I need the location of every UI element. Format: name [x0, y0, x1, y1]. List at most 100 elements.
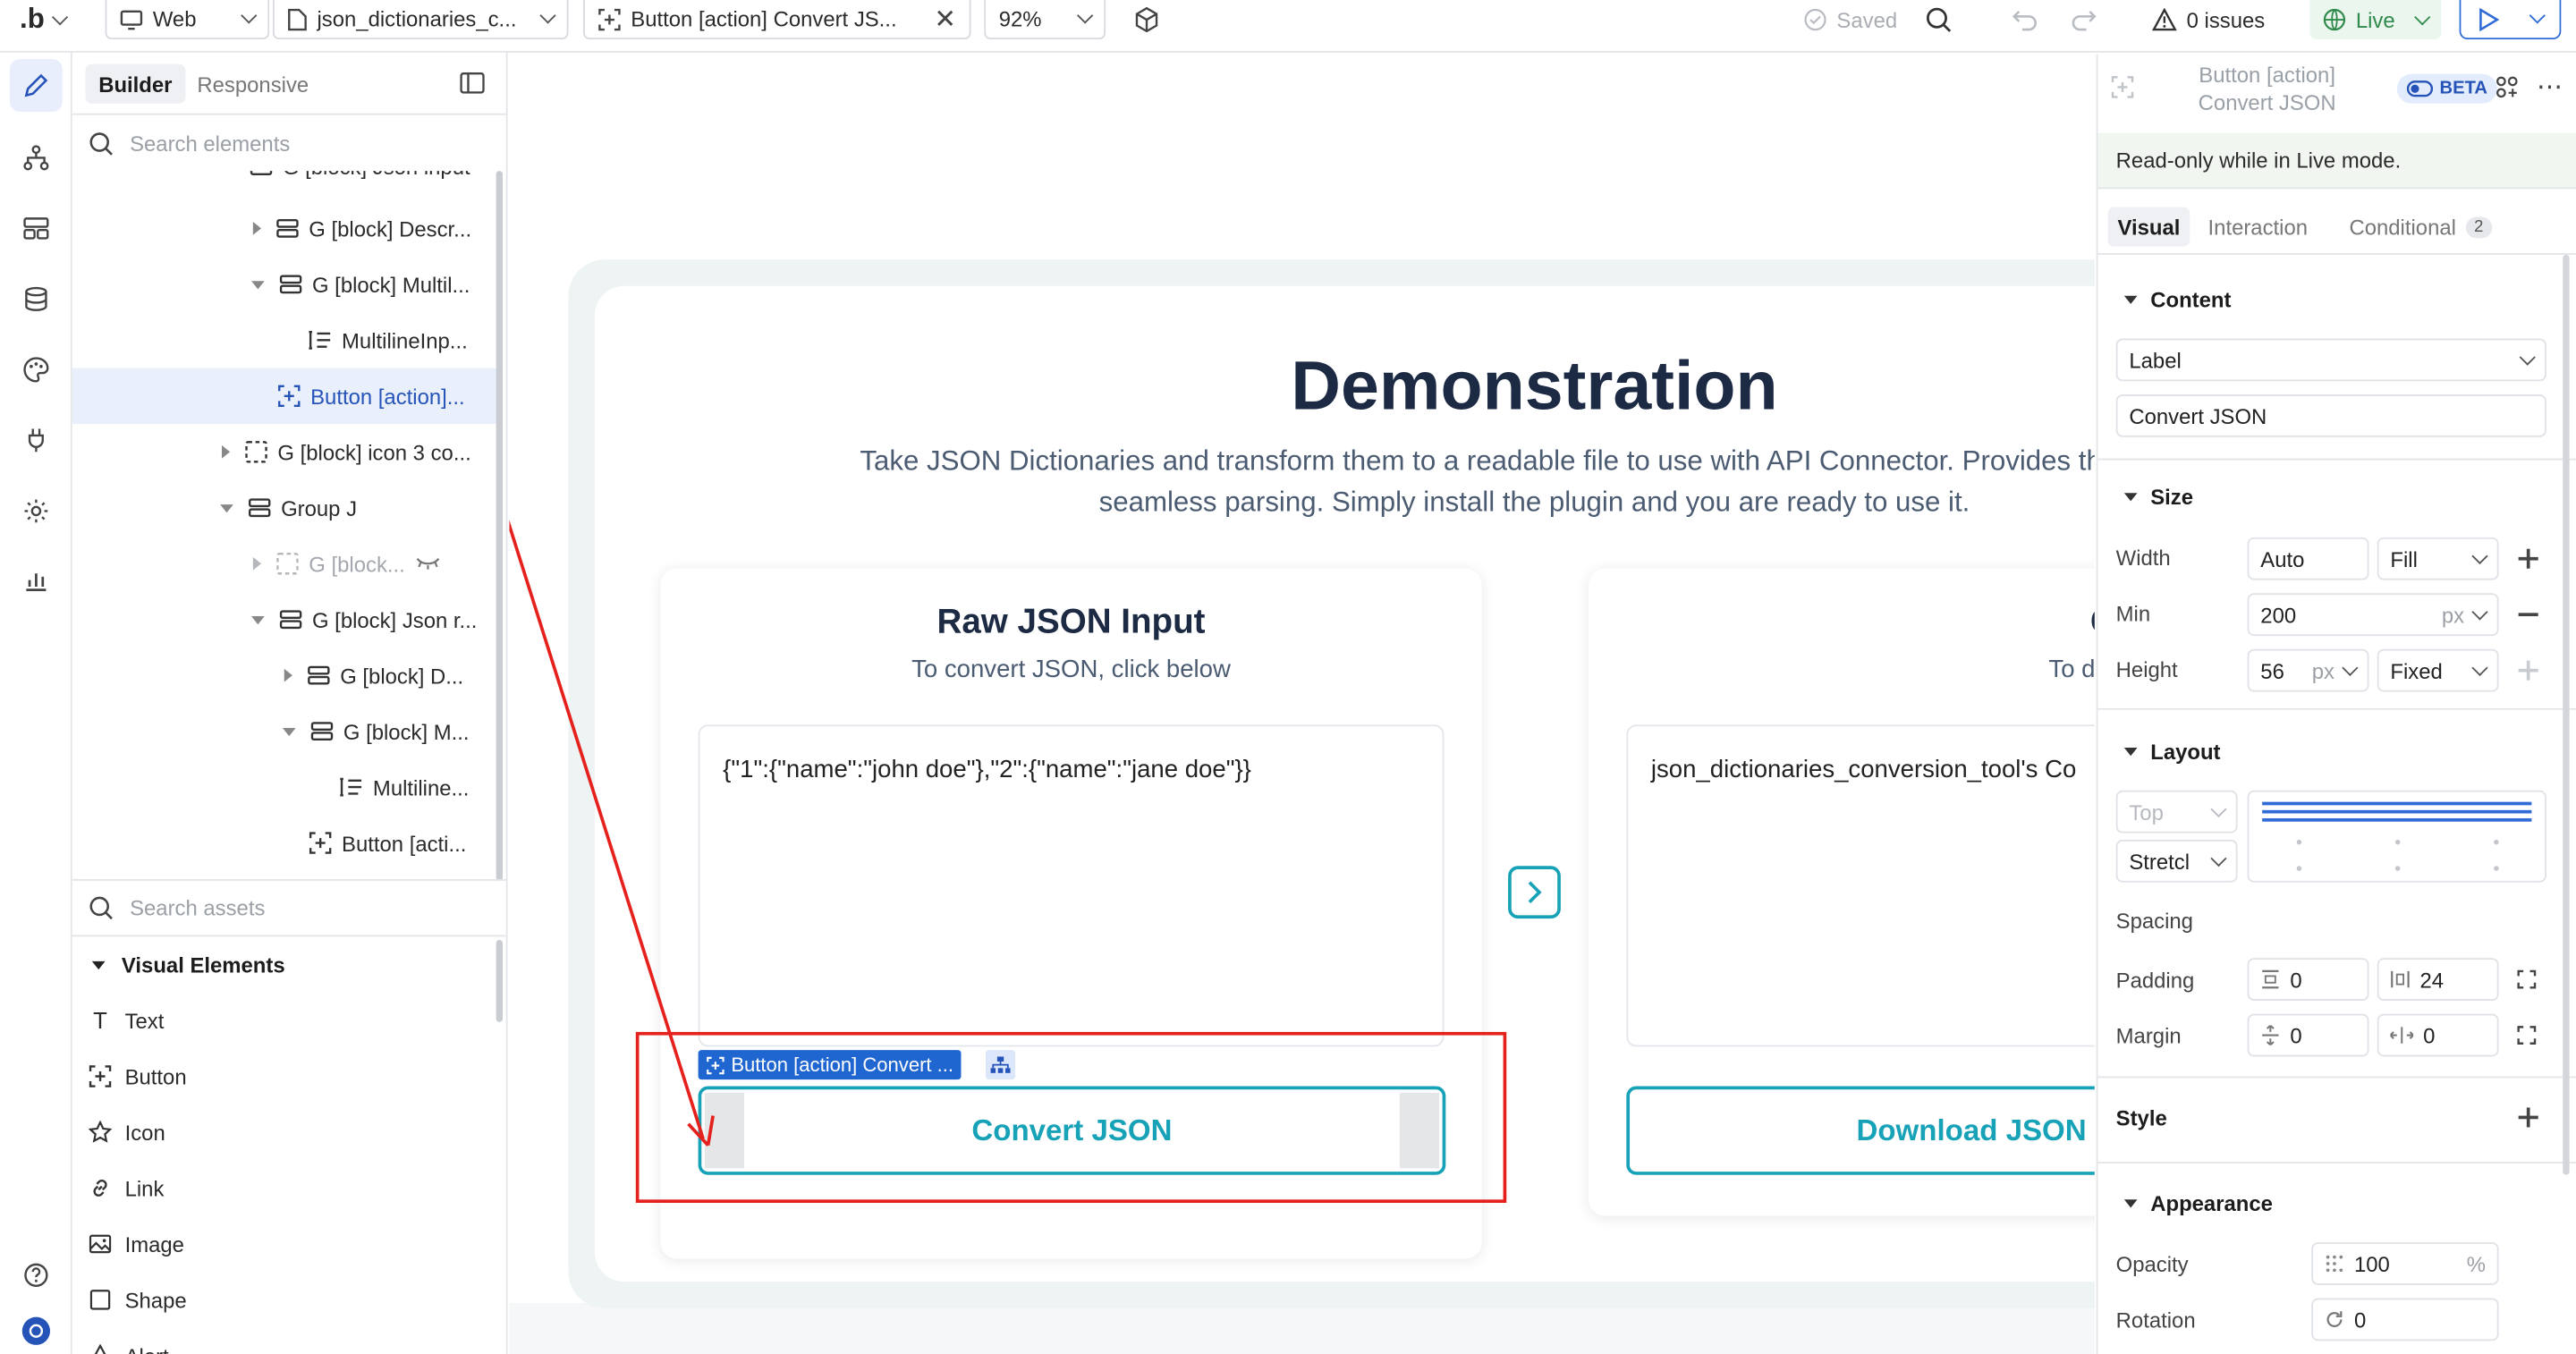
padding-vertical-input[interactable]: 0: [2247, 958, 2369, 1001]
height-mode-select[interactable]: Fixed: [2377, 648, 2499, 692]
width-value: Auto: [2260, 546, 2305, 571]
tree-item-group-j[interactable]: Group J: [72, 480, 498, 536]
add-max-height-icon[interactable]: [2518, 660, 2538, 681]
content-section-toggle[interactable]: Content: [2123, 283, 2231, 316]
tab-conditional[interactable]: Conditional 2: [2339, 207, 2501, 247]
live-mode-select[interactable]: Live: [2309, 0, 2442, 40]
settings-tool-button[interactable]: [20, 495, 53, 528]
user-avatar[interactable]: [20, 1315, 53, 1348]
assets-scrollbar[interactable]: [496, 939, 504, 1022]
tree-item-m-block[interactable]: G [block] M...: [72, 703, 498, 758]
expand-margin-icon[interactable]: [2517, 1026, 2537, 1051]
tree-item-convert-button[interactable]: Button [action]...: [72, 368, 498, 425]
tree-item-multiline-block[interactable]: G [block] Multil...: [72, 257, 498, 312]
padding-horizontal-input[interactable]: 24: [2377, 958, 2499, 1001]
saved-status: Saved: [1804, 0, 1897, 39]
logs-tool-button[interactable]: [20, 563, 53, 597]
asset-text[interactable]: T Text: [89, 993, 164, 1048]
editor-canvas[interactable]: Demonstration Take JSON Dictionaries and…: [509, 54, 2095, 1354]
element-grid-button[interactable]: [2496, 76, 2519, 104]
tab-responsive[interactable]: Responsive: [184, 64, 322, 104]
caret-right-icon[interactable]: [252, 222, 262, 235]
tree-item-json-input-block[interactable]: G [block] Json input: [72, 171, 498, 194]
stretch-select[interactable]: Stretcl: [2115, 839, 2238, 883]
caret-right-icon[interactable]: [284, 668, 292, 682]
margin-vertical-input[interactable]: 0: [2247, 1013, 2369, 1057]
tree-item-json-result-block[interactable]: G [block] Json r...: [72, 591, 498, 647]
page-select[interactable]: json_dictionaries_c...: [272, 0, 569, 40]
add-style-icon[interactable]: [2518, 1107, 2538, 1128]
preview-button[interactable]: [2459, 0, 2562, 40]
opacity-input[interactable]: 100 %: [2311, 1242, 2499, 1285]
asset-image[interactable]: Image: [89, 1216, 184, 1272]
width-mode-select[interactable]: Fill: [2377, 537, 2499, 580]
undo-button[interactable]: [2012, 0, 2038, 39]
caret-down-icon[interactable]: [251, 615, 265, 624]
caret-down-icon[interactable]: [220, 504, 233, 512]
remove-min-width-icon[interactable]: [2518, 613, 2538, 616]
asset-link[interactable]: Link: [89, 1160, 164, 1215]
tab-builder[interactable]: Builder: [85, 63, 186, 104]
tree-scrollbar[interactable]: [496, 171, 504, 881]
content-type-select[interactable]: Label: [2115, 338, 2546, 382]
tree-item-description-block[interactable]: G [block] Descr...: [72, 200, 498, 256]
vertical-align-select[interactable]: Top: [2115, 790, 2238, 834]
collapse-panel-button[interactable]: [460, 72, 485, 98]
zoom-select[interactable]: 92%: [984, 0, 1106, 40]
asset-button[interactable]: Button: [89, 1048, 187, 1104]
height-input[interactable]: 56 px: [2247, 648, 2369, 692]
width-input[interactable]: Auto: [2247, 537, 2369, 580]
caret-right-icon[interactable]: [221, 444, 231, 459]
styles-tool-button[interactable]: [20, 353, 53, 386]
close-icon[interactable]: ✕: [934, 3, 956, 36]
caret-right-icon[interactable]: [252, 556, 262, 571]
tree-item-multiline-input[interactable]: MultilineInp...: [72, 312, 498, 368]
design-tool-button[interactable]: [20, 69, 53, 102]
tree-item-d-block[interactable]: G [block] D...: [72, 647, 498, 703]
rotation-input[interactable]: 0: [2311, 1298, 2499, 1341]
pages-tool-button[interactable]: [20, 212, 53, 245]
size-section-toggle[interactable]: Size: [2123, 480, 2193, 513]
app-menu[interactable]: .b: [20, 0, 69, 39]
appearance-section-toggle[interactable]: Appearance: [2123, 1187, 2273, 1220]
tree-item-multiline-output[interactable]: Multiline...: [72, 759, 498, 815]
tab-interaction[interactable]: Interaction: [2199, 207, 2318, 247]
search-assets-input[interactable]: [130, 894, 459, 920]
alignment-grid[interactable]: [2247, 790, 2546, 883]
property-scrollbar[interactable]: [2563, 254, 2570, 1175]
label-input-field[interactable]: [2129, 403, 2534, 428]
expand-padding-icon[interactable]: [2517, 969, 2537, 994]
layout-section-toggle[interactable]: Layout: [2123, 734, 2221, 767]
plugins-tool-button[interactable]: [20, 424, 53, 457]
add-max-width-icon[interactable]: [2518, 548, 2538, 569]
help-button[interactable]: [20, 1258, 53, 1291]
element-tab[interactable]: Button [action] Convert JS... ✕: [583, 0, 971, 40]
min-width-input[interactable]: 200 px: [2247, 593, 2499, 637]
issues-button[interactable]: 0 issues: [2152, 0, 2265, 39]
asset-alert[interactable]: Alert: [89, 1328, 169, 1354]
label-input[interactable]: [2115, 394, 2546, 437]
padding-label: Padding: [2115, 968, 2195, 993]
data-tool-button[interactable]: [20, 283, 53, 316]
search-button[interactable]: [1926, 0, 1952, 39]
caret-down-icon[interactable]: [251, 280, 265, 289]
alignment-dot: [2394, 866, 2401, 871]
beta-toggle[interactable]: BETA: [2396, 73, 2498, 104]
plugins-button[interactable]: [1133, 0, 1159, 39]
property-editor-title: Button [action] Convert JSON: [2198, 62, 2336, 115]
tree-item-hidden-block[interactable]: G [block...: [72, 536, 498, 591]
asset-shape[interactable]: Shape: [89, 1272, 187, 1327]
tab-visual[interactable]: Visual: [2107, 207, 2190, 247]
asset-icon[interactable]: Icon: [89, 1104, 165, 1160]
caret-down-icon[interactable]: [282, 727, 296, 736]
tree-item-icon-block[interactable]: G [block] icon 3 co...: [72, 424, 498, 479]
visual-elements-toggle[interactable]: Visual Elements: [72, 936, 506, 992]
platform-select[interactable]: Web: [105, 0, 270, 40]
workflow-tool-button[interactable]: [20, 141, 53, 174]
redo-button[interactable]: [2070, 0, 2097, 39]
eye-closed-icon[interactable]: [415, 557, 440, 571]
tree-item-download-button[interactable]: Button [acti...: [72, 815, 498, 870]
margin-horizontal-input[interactable]: 0: [2377, 1013, 2499, 1057]
more-options-icon[interactable]: ⋯: [2537, 71, 2564, 104]
search-elements-input[interactable]: [130, 131, 459, 156]
